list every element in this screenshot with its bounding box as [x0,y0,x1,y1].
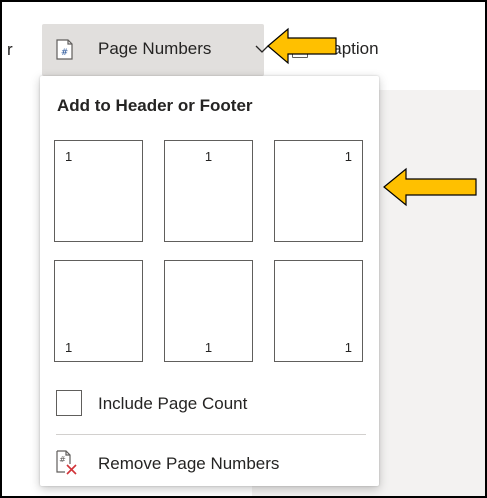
tile-page-number: 1 [65,340,73,355]
menu-divider [56,434,366,435]
tile-page-number: 1 [204,149,213,164]
include-page-count-checkbox[interactable] [56,390,82,416]
tile-bottom-center[interactable]: 1 [164,260,253,362]
tile-bottom-right[interactable]: 1 [274,260,363,362]
page-number-icon: # [56,39,73,60]
tile-top-left[interactable]: 1 [54,140,143,242]
ribbon-partial-item-label[interactable]: r [7,40,13,60]
page-numbers-label: Page Numbers [98,39,212,58]
tile-top-center[interactable]: 1 [164,140,253,242]
annotation-arrow-icon [267,27,337,65]
page-numbers-button[interactable]: # Page Numbers [42,24,269,76]
svg-text:#: # [59,455,66,464]
dropdown-heading: Add to Header or Footer [57,96,253,115]
tile-page-number: 1 [204,340,213,355]
tile-bottom-left[interactable]: 1 [54,260,143,362]
remove-page-numbers-label[interactable]: Remove Page Numbers [98,454,279,474]
svg-text:#: # [61,48,69,58]
include-page-count-label[interactable]: Include Page Count [98,394,247,414]
tile-page-number: 1 [65,149,73,164]
tile-page-number: 1 [344,149,352,164]
tile-page-number: 1 [344,340,352,355]
remove-page-numbers-icon: # [56,450,77,475]
tile-top-right[interactable]: 1 [274,140,363,242]
page-numbers-dropdown: Add to Header or Footer 1 1 1 1 1 1 Incl… [40,76,379,486]
annotation-arrow-icon [383,167,477,207]
